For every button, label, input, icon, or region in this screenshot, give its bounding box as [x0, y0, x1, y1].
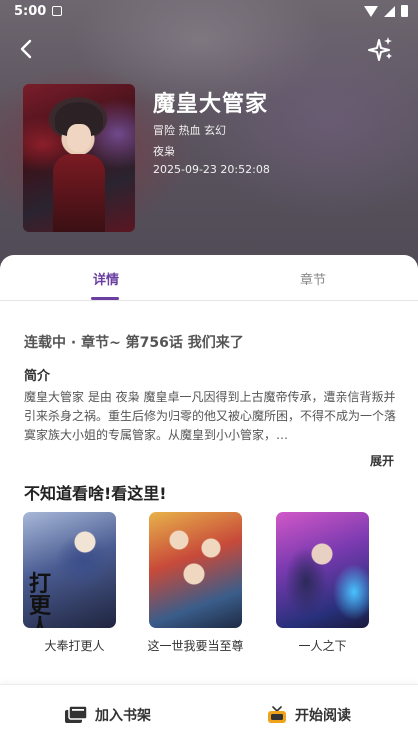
- cover-figure-face: [67, 124, 91, 152]
- recommend-heading: 不知道看啥!看这里!: [24, 484, 167, 503]
- books-icon: [65, 706, 87, 723]
- detail-sheet: 详情 章节 连载中 · 章节~ 第756话 我们来了 简介 魔皇大管家 是由 夜…: [0, 255, 418, 743]
- start-reading-label: 开始阅读: [295, 708, 351, 724]
- back-button[interactable]: [12, 34, 42, 64]
- serial-status[interactable]: 连载中 · 章节~ 第756话 我们来了: [24, 332, 244, 352]
- tab-chapters[interactable]: 章节: [300, 269, 326, 288]
- recommend-cover: [149, 512, 242, 628]
- recommend-cover: 打更人: [23, 512, 116, 628]
- sparkles-icon: [368, 37, 392, 61]
- wifi-icon: [364, 5, 378, 17]
- expand-button[interactable]: 展开: [370, 452, 394, 469]
- recommend-cover: [276, 512, 369, 628]
- status-icons: [364, 5, 408, 17]
- cover-figure-body: [53, 154, 105, 232]
- intro-text: 魔皇大管家 是由 夜枭 魔皇卓一凡因得到上古魔帝传承，遭亲信背叛并引来杀身之祸。…: [24, 390, 397, 442]
- recommend-title: 这一世我要当至尊: [147, 639, 244, 653]
- arrow-left-icon: [20, 39, 32, 59]
- status-bar: 5:00: [0, 0, 418, 24]
- header-background: 5:00 魔皇大管家 冒险 热血 玄幻 夜枭 2025-09-23 20:52:…: [0, 0, 418, 275]
- recommend-card[interactable]: 打更人 大奉打更人: [23, 512, 116, 654]
- tv-icon: [268, 706, 286, 723]
- recommend-card[interactable]: 一人之下: [276, 512, 369, 654]
- cover-calligraphy: 打更人: [29, 572, 52, 629]
- tab-bar: 详情 章节: [0, 255, 418, 301]
- recommend-title: 大奉打更人: [44, 639, 105, 653]
- add-to-shelf-label: 加入书架: [95, 708, 151, 724]
- recommend-title: 一人之下: [298, 639, 347, 653]
- recommend-card[interactable]: 这一世我要当至尊: [147, 512, 244, 654]
- magic-button[interactable]: [366, 34, 396, 64]
- comic-cover: [23, 84, 135, 232]
- signal-icon: [384, 5, 395, 17]
- bottom-action-bar: 加入书架 开始阅读: [0, 684, 418, 743]
- tab-indicator: [91, 297, 119, 300]
- intro-heading: 简介: [24, 369, 51, 384]
- notification-icon: [52, 6, 62, 16]
- status-time: 5:00: [14, 4, 47, 19]
- comic-tags: 冒险 热血 玄幻: [153, 124, 226, 137]
- comic-title: 魔皇大管家: [153, 92, 269, 117]
- start-reading-button[interactable]: 开始阅读: [267, 705, 351, 725]
- update-time: 2025-09-23 20:52:08: [153, 163, 270, 176]
- comic-author: 夜枭: [153, 145, 175, 158]
- add-to-shelf-button[interactable]: 加入书架: [65, 705, 151, 725]
- battery-icon: [401, 5, 408, 17]
- tab-detail[interactable]: 详情: [93, 269, 119, 288]
